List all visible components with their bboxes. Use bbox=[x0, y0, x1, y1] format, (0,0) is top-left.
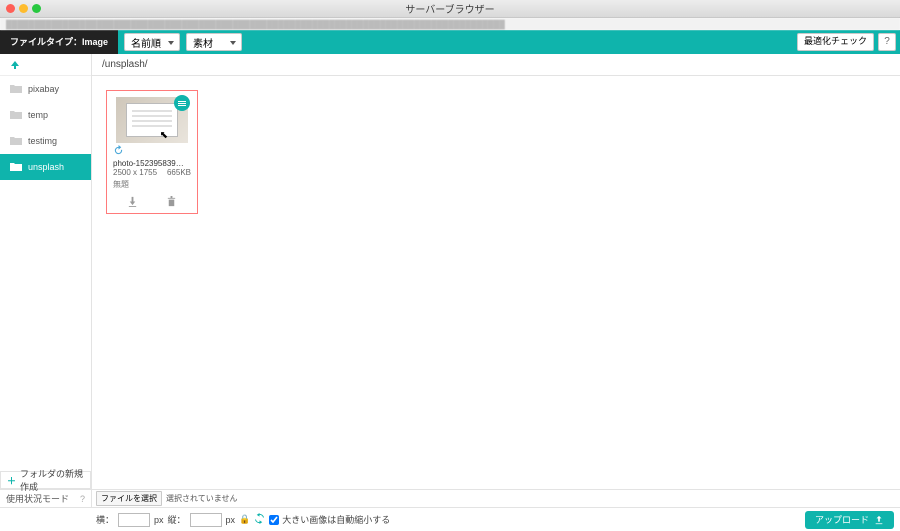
filetype-label: ファイルタイプ：Image bbox=[0, 30, 118, 54]
breadcrumb-path: /unsplash/ bbox=[102, 59, 148, 70]
sidebar-folder-testimg[interactable]: testimg bbox=[0, 128, 91, 154]
refresh-icon[interactable] bbox=[113, 145, 124, 156]
cursor-icon: ⬉ bbox=[160, 130, 168, 141]
sync-icon[interactable] bbox=[254, 513, 265, 526]
up-arrow-icon bbox=[10, 60, 20, 70]
width-input[interactable] bbox=[118, 513, 150, 527]
px-label: px bbox=[226, 515, 236, 525]
top-toolbar: ファイルタイプ：Image 名前順 素材 最適化チェック ? bbox=[0, 30, 900, 54]
folder-label: pixabay bbox=[28, 84, 59, 94]
file-size: 665KB bbox=[167, 168, 191, 177]
sort-select[interactable]: 名前順 bbox=[124, 33, 180, 51]
auto-shrink-input[interactable] bbox=[269, 515, 279, 525]
folder-icon bbox=[10, 84, 22, 94]
upload-button[interactable]: アップロード bbox=[805, 511, 894, 529]
breadcrumb: /unsplash/ bbox=[92, 54, 900, 76]
usage-mode[interactable]: 使用状況モード ? bbox=[0, 490, 92, 507]
upload-label: アップロード bbox=[815, 513, 869, 526]
width-label: 横： bbox=[96, 513, 114, 526]
window-titlebar: サーバーブラウザー bbox=[0, 0, 900, 18]
file-card[interactable]: ⬉ photo-152395839… 2500 x 1755 665KB 無題 bbox=[106, 90, 198, 214]
file-menu-button[interactable] bbox=[174, 95, 190, 111]
optimize-check-button[interactable]: 最適化チェック bbox=[797, 33, 874, 51]
go-up-button[interactable] bbox=[0, 54, 91, 76]
sidebar-folder-temp[interactable]: temp bbox=[0, 102, 91, 128]
no-file-label: 選択されていません bbox=[166, 493, 238, 504]
height-input[interactable] bbox=[190, 513, 222, 527]
download-icon[interactable] bbox=[127, 196, 138, 207]
file-name: photo-152395839… bbox=[113, 159, 191, 168]
plus-icon: ＋ bbox=[7, 474, 16, 487]
folder-icon bbox=[10, 136, 22, 146]
mode-help-icon[interactable]: ? bbox=[80, 494, 85, 504]
usage-mode-label: 使用状況モード bbox=[6, 492, 69, 505]
file-dimensions: 2500 x 1755 bbox=[113, 168, 157, 177]
material-select[interactable]: 素材 bbox=[186, 33, 242, 51]
delete-icon[interactable] bbox=[166, 196, 177, 207]
new-folder-button[interactable]: ＋ フォルダの新規作成 bbox=[0, 471, 91, 489]
folder-label: temp bbox=[28, 110, 48, 120]
folder-icon bbox=[10, 110, 22, 120]
px-label: px bbox=[154, 515, 164, 525]
sidebar-folder-pixabay[interactable]: pixabay bbox=[0, 76, 91, 102]
file-kind: 無題 bbox=[113, 179, 191, 190]
auto-shrink-checkbox[interactable]: 大きい画像は自動縮小する bbox=[269, 513, 390, 526]
folder-sidebar: pixabay temp testimg unsplash ＋ フォルダの新規作… bbox=[0, 54, 92, 489]
address-bar: ████████████████████████████████████████… bbox=[0, 18, 900, 30]
folder-label: testimg bbox=[28, 136, 57, 146]
sidebar-folder-unsplash[interactable]: unsplash bbox=[0, 154, 91, 180]
auto-shrink-label: 大きい画像は自動縮小する bbox=[282, 513, 390, 526]
height-label: 縦： bbox=[168, 513, 186, 526]
window-title: サーバーブラウザー bbox=[0, 1, 900, 16]
folder-open-icon bbox=[10, 162, 22, 172]
folder-label: unsplash bbox=[28, 162, 64, 172]
file-grid: ⬉ photo-152395839… 2500 x 1755 665KB 無題 bbox=[92, 76, 900, 489]
material-select-value: 素材 bbox=[193, 35, 213, 50]
upload-icon bbox=[874, 515, 884, 525]
lock-icon[interactable]: 🔒 bbox=[239, 514, 250, 525]
sort-select-value: 名前順 bbox=[131, 35, 161, 50]
help-button[interactable]: ? bbox=[878, 33, 896, 51]
choose-file-button[interactable]: ファイルを選択 bbox=[96, 491, 162, 506]
